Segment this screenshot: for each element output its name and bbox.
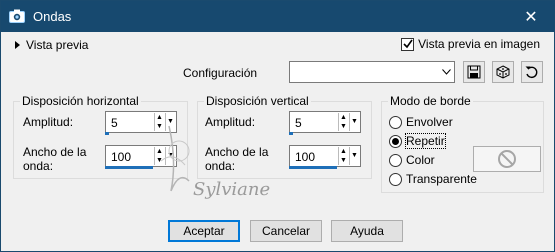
close-button[interactable]: ✕ [508,1,554,32]
edge-option-label: Transparente [406,172,477,186]
chevron-down-icon [438,62,454,82]
camera-icon [9,9,25,23]
h-amplitude-slider[interactable] [105,132,109,135]
h-amplitude-label: Amplitud: [23,115,74,129]
arrow-up-icon[interactable]: ▲ [339,113,348,122]
reset-icon [525,66,538,79]
edge-option-label: Envolver [406,115,453,129]
checkbox-box[interactable] [401,37,415,51]
edge-option-label: Color [406,153,435,167]
save-preset-button[interactable] [463,61,485,83]
config-label: Configuración [183,66,258,80]
save-icon [467,65,481,79]
v-wavelength-stepper[interactable]: ▲ ▼ [338,147,348,165]
preview-toggle[interactable]: Vista previa [15,38,88,52]
radio-button[interactable] [389,153,402,167]
vertical-legend: Disposición vertical [204,94,311,108]
radio-button[interactable] [389,115,402,129]
edge-option-label: Repetir [405,133,446,149]
expand-arrow-icon [15,41,20,49]
edge-option-color[interactable]: Color [389,153,435,167]
h-wavelength-label-line1: Ancho de la [23,145,87,159]
no-entry-icon [498,150,516,168]
checkmark-icon [403,39,413,49]
edge-option-wrap[interactable]: Envolver [389,115,453,129]
chevron-down-icon[interactable]: ▼ [349,147,359,165]
edge-mode-legend: Modo de borde [388,94,473,108]
v-amplitude-stepper[interactable]: ▲ ▼ [338,113,348,131]
arrow-up-icon[interactable]: ▲ [339,147,348,156]
h-wavelength-slider[interactable] [105,166,153,169]
title-bar: Ondas ✕ [1,1,554,32]
ok-button-label: Aceptar [183,224,225,238]
radio-button-selected[interactable] [389,134,402,148]
horizontal-legend: Disposición horizontal [20,94,141,108]
dialog-window: Ondas ✕ Vista previa Vista previa en ima… [0,0,555,252]
watermark-text: Sylviane [193,179,271,200]
edge-option-repeat[interactable]: Repetir [389,133,446,149]
arrow-down-icon[interactable]: ▼ [339,122,348,131]
h-wavelength-value: 100 [111,150,132,164]
config-dropdown[interactable] [289,61,455,83]
preview-toggle-label: Vista previa [26,38,89,52]
cancel-button[interactable]: Cancelar [250,220,322,242]
preview-in-image-checkbox[interactable]: Vista previa en imagen [401,37,540,51]
h-wavelength-label-line2: onda: [23,159,54,173]
window-title: Ondas [33,9,72,24]
h-amplitude-value: 5 [111,116,118,130]
watermark-signature: Sylviane [149,121,309,211]
help-button-label: Ayuda [350,224,384,238]
radio-button[interactable] [389,172,402,186]
dice-icon [496,65,510,79]
help-button[interactable]: Ayuda [331,220,403,242]
ok-button[interactable]: Aceptar [168,220,240,242]
arrow-down-icon[interactable]: ▼ [339,156,348,165]
chevron-down-icon[interactable]: ▼ [349,113,359,131]
edge-option-transparent[interactable]: Transparente [389,172,477,186]
randomize-button[interactable] [492,61,514,83]
preview-in-image-label: Vista previa en imagen [418,37,540,51]
close-icon: ✕ [524,8,538,26]
reset-button[interactable] [521,61,543,83]
cancel-button-label: Cancelar [261,224,311,238]
color-picker-swatch[interactable] [473,146,541,172]
